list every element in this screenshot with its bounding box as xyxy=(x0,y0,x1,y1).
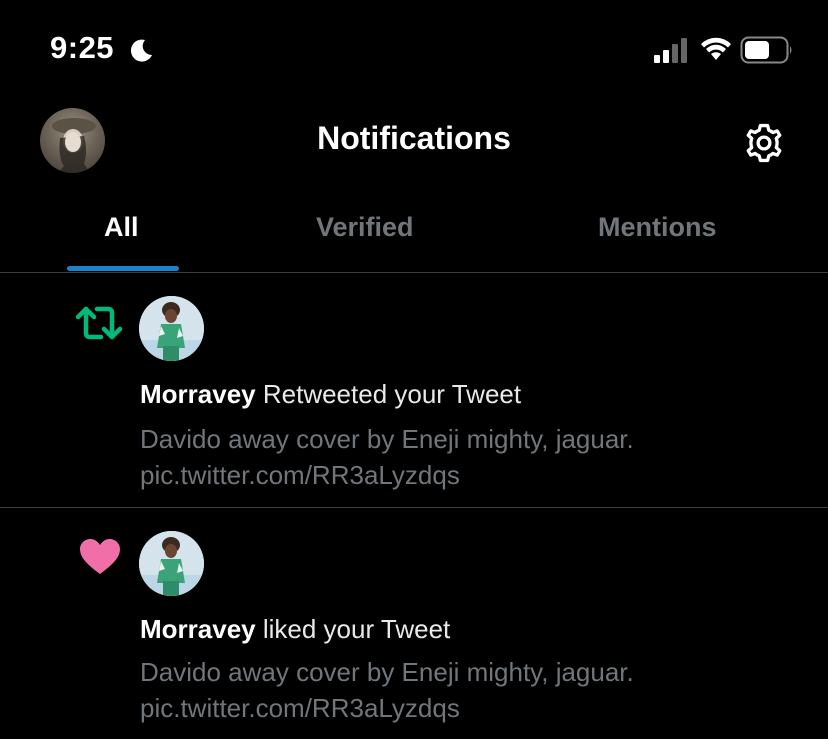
page-title: Notifications xyxy=(317,120,511,156)
notification-action: liked your Tweet xyxy=(262,614,451,644)
notification-username[interactable]: Morravey xyxy=(140,379,256,409)
notification-retweet[interactable]: Morravey Retweeted your Tweet Davido awa… xyxy=(0,273,828,508)
tweet-preview-link: pic.twitter.com/RR3aLyzdqs xyxy=(140,460,460,490)
tab-mentions[interactable]: Mentions xyxy=(598,212,717,243)
gear-icon[interactable] xyxy=(742,121,786,165)
tweet-preview[interactable]: Davido away cover by Eneji mighty, jagua… xyxy=(140,654,634,726)
notification-text: Morravey liked your Tweet xyxy=(140,614,450,645)
notification-text: Morravey Retweeted your Tweet xyxy=(140,379,521,410)
notification-username[interactable]: Morravey xyxy=(140,614,256,644)
tweet-preview-text: Davido away cover by Eneji mighty, jagua… xyxy=(140,424,634,454)
retweet-icon xyxy=(75,306,123,340)
status-time: 9:25 xyxy=(50,30,115,65)
header: Notifications xyxy=(0,100,828,185)
tweet-preview-text: Davido away cover by Eneji mighty, jagua… xyxy=(140,657,634,687)
moon-icon xyxy=(130,39,152,62)
heart-icon xyxy=(80,539,120,574)
signal-icon xyxy=(654,38,687,63)
status-bar: 9:25 xyxy=(0,0,828,100)
active-tab-indicator xyxy=(67,266,179,271)
wifi-icon xyxy=(701,37,731,60)
tweet-preview-link: pic.twitter.com/RR3aLyzdqs xyxy=(140,693,460,723)
battery-icon xyxy=(740,36,792,64)
user-avatar[interactable] xyxy=(139,531,204,596)
notification-like[interactable]: Morravey liked your Tweet Davido away co… xyxy=(0,508,828,739)
tweet-preview[interactable]: Davido away cover by Eneji mighty, jagua… xyxy=(140,421,634,493)
tab-verified[interactable]: Verified xyxy=(316,212,414,243)
notification-action: Retweeted your Tweet xyxy=(262,379,522,409)
user-avatar[interactable] xyxy=(139,296,204,361)
tab-all[interactable]: All xyxy=(104,212,139,243)
tab-bar: All Verified Mentions xyxy=(0,200,828,273)
